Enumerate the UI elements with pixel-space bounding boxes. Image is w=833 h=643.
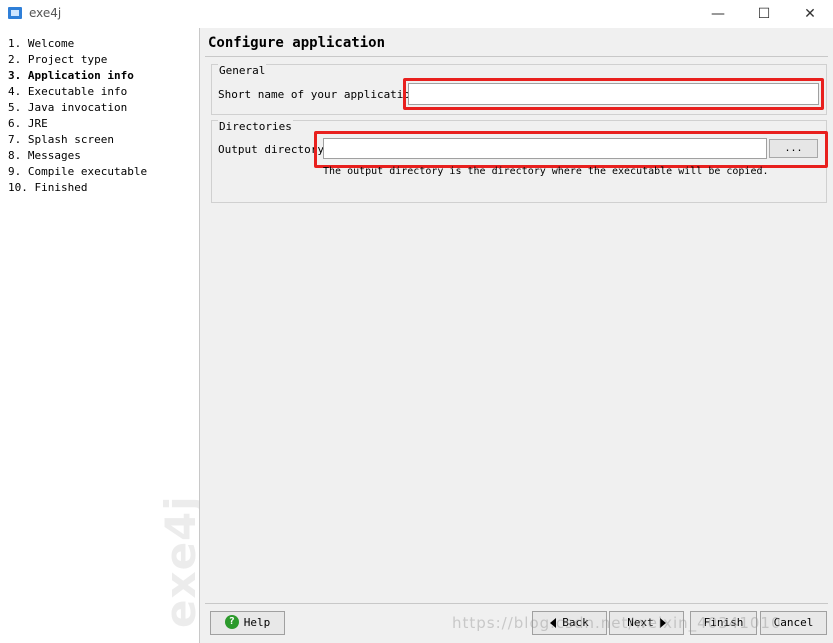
output-directory-highlight-box — [314, 131, 828, 168]
step-java-invocation[interactable]: 5. Java invocation — [8, 100, 147, 116]
title-bar: exe4j — ☐ ✕ — [0, 0, 833, 28]
help-icon: ? — [224, 615, 239, 629]
output-directory-hint: The output directory is the directory wh… — [323, 166, 769, 177]
wizard-steps-list: 1. Welcome 2. Project type 3. Applicatio… — [8, 36, 147, 196]
step-finished[interactable]: 10. Finished — [8, 180, 147, 196]
page-title: Configure application — [208, 35, 386, 51]
exe4j-app-icon — [8, 7, 22, 19]
maximize-button[interactable]: ☐ — [741, 0, 787, 28]
step-application-info[interactable]: 3. Application info — [8, 68, 147, 84]
step-jre[interactable]: 6. JRE — [8, 116, 147, 132]
blog-url-watermark: https://blog.csdn.net/weixin_40341010 — [452, 614, 782, 632]
step-executable-info[interactable]: 4. Executable info — [8, 84, 147, 100]
bottom-divider — [205, 603, 828, 604]
directories-legend: Directories — [218, 120, 293, 133]
help-button-label: Help — [243, 616, 271, 629]
exe4j-watermark-logo: exe4j — [156, 495, 200, 628]
general-legend: General — [218, 64, 267, 77]
title-divider — [205, 56, 828, 57]
help-button[interactable]: ? Help — [210, 611, 285, 635]
step-project-type[interactable]: 2. Project type — [8, 52, 147, 68]
close-button[interactable]: ✕ — [787, 0, 833, 28]
short-name-highlight-box — [403, 78, 824, 110]
step-welcome[interactable]: 1. Welcome — [8, 36, 147, 52]
minimize-button[interactable]: — — [695, 0, 741, 28]
window-title: exe4j — [29, 6, 62, 20]
step-splash-screen[interactable]: 7. Splash screen — [8, 132, 147, 148]
wizard-steps-sidebar: 1. Welcome 2. Project type 3. Applicatio… — [0, 28, 200, 643]
step-compile-executable[interactable]: 9. Compile executable — [8, 164, 147, 180]
short-name-label: Short name of your application: — [218, 88, 424, 101]
step-messages[interactable]: 8. Messages — [8, 148, 147, 164]
